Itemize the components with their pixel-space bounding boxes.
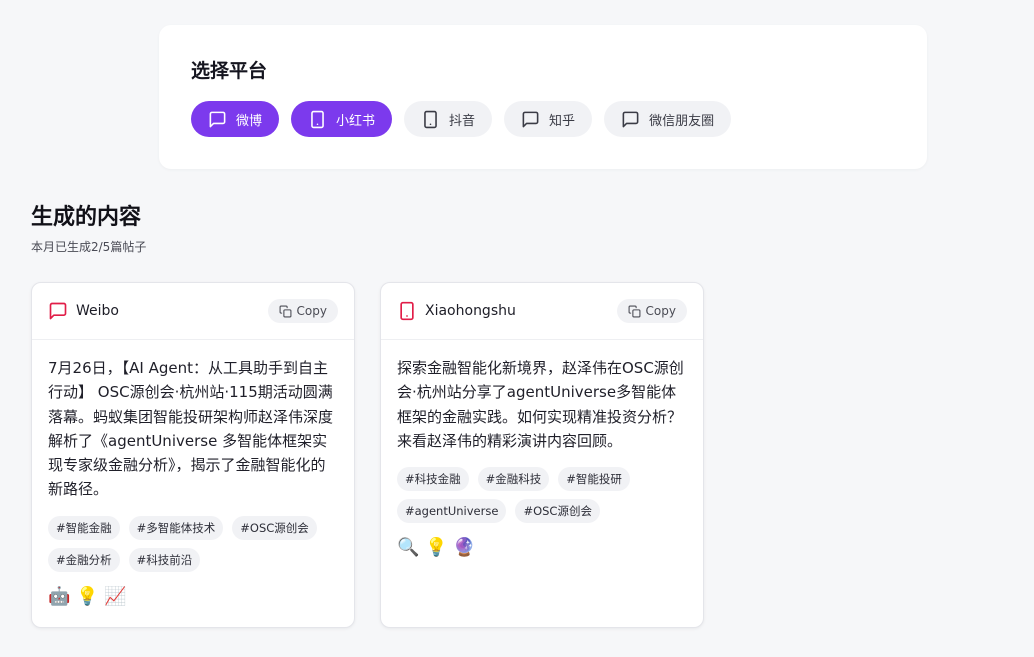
- message-square-icon: [622, 111, 639, 127]
- message-square-icon: [522, 111, 539, 127]
- hashtag[interactable]: #金融分析: [48, 547, 120, 572]
- post-card-xiaohongshu: Xiaohongshu Copy 探索金融智能化新境界，赵泽伟在OSC源创会·杭…: [380, 282, 704, 628]
- smartphone-icon: [400, 301, 414, 321]
- message-square-icon: [49, 302, 67, 320]
- platform-button-label: 抖音: [449, 112, 476, 128]
- hashtag[interactable]: #agentUniverse: [397, 499, 507, 524]
- platform-button-douyin[interactable]: 抖音: [404, 101, 493, 137]
- post-emojis: 🤖 💡 📈: [48, 586, 339, 608]
- copy-button[interactable]: Copy: [616, 299, 687, 323]
- post-card-header: Weibo Copy: [32, 283, 354, 340]
- platform-button-xiaohongshu[interactable]: 小红书: [291, 101, 393, 137]
- post-card-weibo: Weibo Copy 7月26日，【AI Agent：从工具助手到自主行动】 O…: [31, 282, 355, 628]
- message-square-icon: [209, 111, 226, 127]
- smartphone-icon: [311, 110, 324, 128]
- post-emojis: 🔍 💡 🔮: [397, 537, 688, 559]
- crystal-ball-emoji: 🔮: [453, 537, 476, 559]
- post-tags: #智能金融 #多智能体技术 #OSC源创会 #金融分析 #科技前沿: [48, 515, 339, 572]
- post-content: 7月26日，【AI Agent：从工具助手到自主行动】 OSC源创会·杭州站·1…: [48, 359, 334, 499]
- hashtag[interactable]: #多智能体技术: [128, 515, 224, 540]
- hashtag[interactable]: #科技前沿: [128, 547, 201, 572]
- hashtag[interactable]: #金融科技: [477, 467, 550, 492]
- chart-emoji: 📈: [104, 585, 127, 607]
- lightbulb-emoji: 💡: [425, 537, 448, 559]
- hashtag[interactable]: #智能金融: [48, 515, 120, 540]
- copy-icon: [279, 305, 292, 317]
- post-content: 探索金融智能化新境界，赵泽伟在OSC源创会·杭州站分享了agentUnivers…: [397, 359, 684, 450]
- hashtag[interactable]: #智能投研: [558, 467, 630, 492]
- generated-quota-text: 本月已生成2/5篇帖子: [31, 240, 147, 254]
- smartphone-icon: [424, 110, 437, 128]
- platform-button-wechat-moments[interactable]: 微信朋友圈: [604, 101, 732, 137]
- robot-emoji: 🤖: [48, 585, 71, 607]
- platform-selector-card: 选择平台 微博 小红书 抖音 知乎 微信朋友圈: [159, 25, 927, 169]
- platform-button-row: 微博 小红书 抖音 知乎 微信朋友圈: [191, 101, 895, 137]
- post-platform-name: Xiaohongshu: [425, 303, 516, 319]
- platform-button-label: 微博: [236, 112, 263, 128]
- copy-button-label: Copy: [296, 304, 327, 318]
- platform-button-label: 小红书: [336, 112, 376, 128]
- copy-button-label: Copy: [645, 304, 676, 318]
- hashtag[interactable]: #OSC源创会: [515, 499, 600, 524]
- lightbulb-emoji: 💡: [76, 585, 99, 607]
- copy-button[interactable]: Copy: [267, 299, 338, 323]
- platform-button-label: 微信朋友圈: [649, 112, 715, 128]
- hashtag[interactable]: #科技金融: [397, 467, 469, 492]
- copy-icon: [628, 305, 641, 317]
- platform-button-label: 知乎: [549, 112, 576, 128]
- platform-button-zhihu[interactable]: 知乎: [504, 101, 593, 137]
- post-platform-name: Weibo: [76, 303, 119, 319]
- hashtag[interactable]: #OSC源创会: [232, 515, 317, 540]
- post-card-header: Xiaohongshu Copy: [381, 283, 703, 340]
- generated-content-title: 生成的内容: [31, 205, 142, 230]
- platform-button-weibo[interactable]: 微博: [191, 101, 280, 137]
- platform-selector-title: 选择平台: [191, 60, 268, 82]
- magnifier-emoji: 🔍: [397, 537, 420, 559]
- post-tags: #科技金融 #金融科技 #智能投研 #agentUniverse #OSC源创会: [397, 467, 688, 524]
